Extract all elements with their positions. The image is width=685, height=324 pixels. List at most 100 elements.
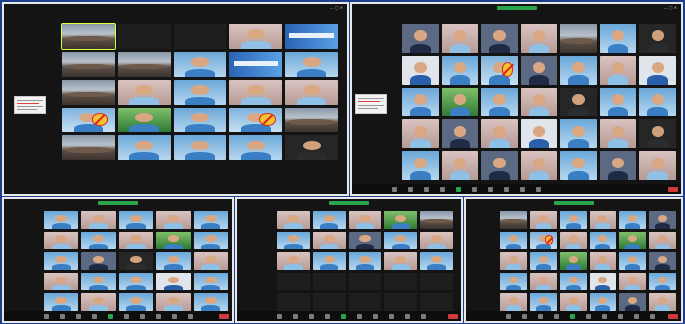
participant-video-tile[interactable] (500, 293, 527, 311)
participant-video-tile[interactable] (402, 55, 439, 85)
toolbar-button-icon[interactable] (650, 314, 655, 319)
participant-video-tile[interactable] (229, 79, 283, 105)
participant-video-tile[interactable] (481, 55, 518, 85)
participant-video-tile[interactable] (117, 107, 171, 133)
participant-video-tile[interactable] (384, 272, 418, 291)
participant-video-tile[interactable] (193, 252, 228, 270)
participant-video-tile[interactable] (619, 293, 647, 311)
toolbar-button-icon[interactable] (520, 187, 525, 192)
participant-video-tile[interactable] (285, 107, 338, 133)
participant-video-tile[interactable] (348, 231, 382, 250)
participant-video-tile[interactable] (402, 151, 439, 180)
participant-video-tile[interactable] (81, 211, 116, 229)
participant-video-tile[interactable] (229, 107, 283, 133)
toolbar-button-icon[interactable] (586, 314, 591, 319)
toolbar-button-icon[interactable] (309, 314, 314, 319)
toolbar-button-icon[interactable] (536, 187, 541, 192)
participant-video-tile[interactable] (277, 211, 310, 229)
participant-video-tile[interactable] (285, 24, 338, 49)
participant-video-tile[interactable] (420, 211, 453, 229)
zoom-window-bottom-left[interactable] (2, 197, 234, 323)
participant-video-tile[interactable] (559, 211, 587, 229)
participant-video-tile[interactable] (44, 231, 79, 250)
toolbar-button-icon[interactable] (92, 314, 97, 319)
end-meeting-icon[interactable] (448, 314, 458, 319)
participant-video-tile[interactable] (229, 51, 283, 77)
toolbar-button-icon[interactable] (156, 314, 161, 319)
participant-video-tile[interactable] (312, 211, 346, 229)
toolbar-button-icon[interactable] (488, 187, 493, 192)
participant-video-tile[interactable] (589, 293, 617, 311)
participant-video-tile[interactable] (649, 272, 676, 291)
screen-share-icon[interactable] (553, 201, 594, 205)
participant-video-tile[interactable] (118, 272, 154, 291)
participant-video-tile[interactable] (481, 87, 518, 117)
participant-video-tile[interactable] (529, 272, 557, 291)
participant-video-tile[interactable] (420, 252, 453, 270)
participant-video-tile[interactable] (117, 79, 171, 105)
participant-video-tile[interactable] (173, 135, 227, 161)
participant-video-tile[interactable] (529, 231, 557, 250)
toolbar-button-icon[interactable] (140, 314, 145, 319)
toolbar-button-icon[interactable] (357, 314, 362, 319)
end-meeting-icon[interactable] (219, 314, 229, 319)
participant-video-tile[interactable] (173, 107, 227, 133)
participant-video-tile[interactable] (229, 24, 283, 49)
participant-video-tile[interactable] (481, 151, 518, 180)
participant-video-tile[interactable] (384, 231, 418, 250)
participant-video-tile[interactable] (649, 252, 676, 270)
participant-video-tile[interactable] (420, 293, 453, 311)
participant-video-tile[interactable] (277, 252, 310, 270)
participant-video-tile[interactable] (529, 252, 557, 270)
participant-video-tile[interactable] (62, 79, 115, 105)
end-meeting-icon[interactable] (668, 314, 678, 319)
toolbar-button-icon[interactable] (634, 314, 639, 319)
participant-video-tile[interactable] (619, 231, 647, 250)
window-titlebar[interactable]: — ▢ ✕ (352, 4, 681, 12)
participant-video-tile[interactable] (277, 272, 310, 291)
participant-video-tile[interactable] (62, 107, 115, 133)
toolbar-button-icon[interactable] (570, 314, 575, 319)
participant-video-tile[interactable] (619, 272, 647, 291)
toolbar-button-icon[interactable] (504, 187, 509, 192)
participant-video-tile[interactable] (559, 272, 587, 291)
participant-video-tile[interactable] (441, 55, 479, 85)
toolbar-button-icon[interactable] (325, 314, 330, 319)
participant-video-tile[interactable] (62, 51, 115, 77)
participant-video-tile[interactable] (312, 231, 346, 250)
participant-video-tile[interactable] (639, 55, 676, 85)
toolbar-button-icon[interactable] (293, 314, 298, 319)
participant-video-tile[interactable] (559, 293, 587, 311)
participant-video-tile[interactable] (193, 231, 228, 250)
participant-video-tile[interactable] (312, 252, 346, 270)
participant-video-tile[interactable] (402, 119, 439, 149)
toolbar-button-icon[interactable] (341, 314, 346, 319)
participant-video-tile[interactable] (589, 272, 617, 291)
participant-video-tile[interactable] (560, 87, 597, 117)
participant-video-tile[interactable] (384, 293, 418, 311)
participant-video-tile[interactable] (193, 211, 228, 229)
participant-video-tile[interactable] (529, 211, 557, 229)
participant-video-tile[interactable] (649, 211, 676, 229)
participant-video-tile[interactable] (639, 24, 676, 53)
participant-video-tile[interactable] (441, 119, 479, 149)
participant-video-tile[interactable] (44, 293, 79, 311)
participant-video-tile[interactable] (62, 135, 115, 161)
participant-video-tile[interactable] (420, 272, 453, 291)
participant-video-tile[interactable] (81, 231, 116, 250)
zoom-window-bottom-center[interactable] (235, 197, 463, 323)
toolbar-button-icon[interactable] (124, 314, 129, 319)
end-meeting-icon[interactable] (668, 187, 678, 192)
participant-video-tile[interactable] (44, 252, 79, 270)
participant-video-tile[interactable] (156, 211, 191, 229)
participant-video-tile[interactable] (348, 293, 382, 311)
participant-video-tile[interactable] (81, 293, 116, 311)
participant-video-tile[interactable] (441, 24, 479, 53)
participant-video-tile[interactable] (441, 87, 479, 117)
participant-video-tile[interactable] (44, 211, 79, 229)
participant-video-tile[interactable] (348, 272, 382, 291)
participant-video-tile[interactable] (117, 51, 171, 77)
participant-video-tile[interactable] (402, 24, 439, 53)
zoom-window-main-right[interactable]: — ▢ ✕ (350, 2, 683, 196)
participant-video-tile[interactable] (118, 231, 154, 250)
